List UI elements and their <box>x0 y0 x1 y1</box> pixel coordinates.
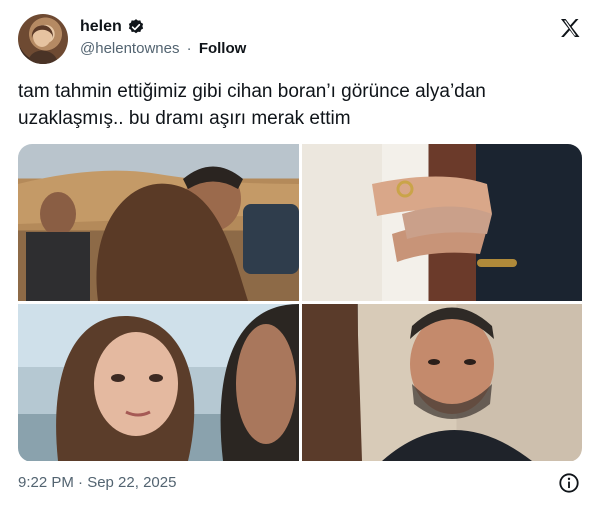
media-grid <box>18 144 582 462</box>
photo-hands-ring[interactable] <box>302 144 582 301</box>
separator-dot: · <box>186 40 192 57</box>
avatar[interactable] <box>18 14 68 64</box>
tweet-footer: 9:22 PM · Sep 22, 2025 <box>18 472 584 494</box>
follow-button[interactable]: Follow <box>199 40 247 57</box>
author-handle[interactable]: @helentownes <box>80 40 179 57</box>
tweet-text: tam tahmin ettiğimiz gibi cihan boran’ı … <box>18 81 486 129</box>
tweet-header: helen @helentownes · Follow <box>18 14 584 66</box>
timestamp[interactable]: 9:22 PM · Sep 22, 2025 <box>18 474 176 491</box>
verified-badge-icon <box>128 19 143 34</box>
photo-woman-tearful[interactable] <box>18 304 299 461</box>
handle-row: @helentownes · Follow <box>80 40 246 57</box>
photo-man-sad[interactable] <box>302 304 582 461</box>
x-logo-icon[interactable] <box>558 16 582 40</box>
author-name-row: helen <box>80 18 145 36</box>
photo-hug[interactable] <box>18 144 299 301</box>
info-icon[interactable] <box>558 472 580 494</box>
display-name[interactable]: helen <box>80 18 122 36</box>
